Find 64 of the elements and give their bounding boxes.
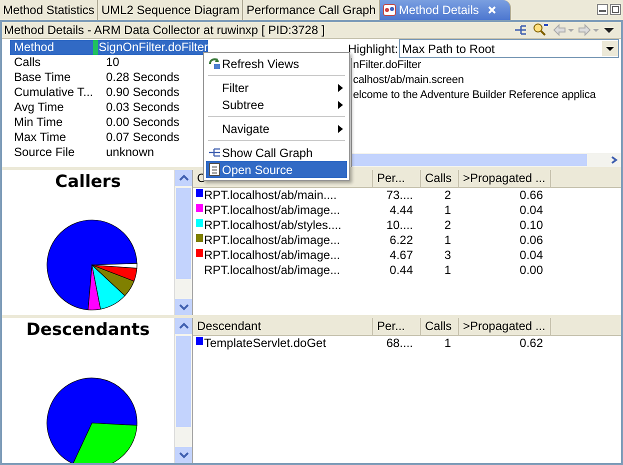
table-cell: 4.44 [390,203,413,217]
column-header[interactable]: Descendant [193,318,373,335]
highlight-label: Highlight: [348,42,398,56]
table-cell: 3 [444,248,451,262]
scroll-up-icon[interactable] [178,174,188,182]
source-line: nFilter.doFilter [353,58,422,73]
table-cell: 0.00 [520,263,543,277]
close-icon[interactable] [488,6,496,14]
horizontal-scrollbar[interactable] [352,153,621,167]
table-cell: 68.... [386,336,413,350]
table-cell: 0.04 [520,203,543,217]
menu-item[interactable]: Subtree [206,96,347,113]
highlight-dropdown[interactable]: Max Path to Root [399,39,619,58]
menu-item[interactable]: Filter [206,79,347,96]
table-cell: 6.22 [390,233,413,247]
column-header[interactable]: Calls [421,318,459,335]
table-cell: 1 [444,203,451,217]
document-icon [208,163,220,176]
table-cell: RPT.localhost/ab/image... [204,248,340,263]
menu-item[interactable]: Navigate [206,120,347,137]
source-line: elcome to the Adventure Builder Reference applica [353,88,597,103]
table-cell: 0.66 [520,188,543,202]
table-cell: 2 [444,188,451,202]
table-cell: 2 [444,218,451,232]
column-header[interactable]: >Propagated ... [459,318,551,335]
view-title: Method Details - ARM Data Collector at ruwinxp [ PID:3728 ] [4,23,325,37]
section-title: Descendants [25,320,151,340]
table-cell: 1 [444,233,451,247]
column-header[interactable]: Calls [421,170,459,187]
vertical-scrollbar[interactable] [175,170,193,315]
search-icon[interactable] [532,23,550,37]
scroll-down-icon[interactable] [178,303,188,311]
menu-item[interactable]: Refresh Views [206,55,347,72]
table-cell: 0.04 [520,248,543,262]
hierarchy-icon[interactable] [513,23,529,37]
refresh-icon [208,57,220,70]
column-header[interactable]: Per... [373,170,421,187]
maximize-icon[interactable] [610,4,621,15]
table-cell: 0.10 [520,218,543,232]
table-cell: RPT.localhost/ab/styles.... [204,218,342,233]
table-cell: RPT.localhost/ab/main.... [204,188,337,203]
menu-item[interactable]: Show Call Graph [206,144,347,161]
table-cell: RPT.localhost/ab/image... [204,233,340,248]
table-cell: 0.06 [520,233,543,247]
hierarchy-icon [208,147,220,158]
table-cell: 10.... [386,218,413,232]
table-cell: 1 [444,336,451,350]
table-cell: TemplateServlet.doGet [204,336,326,351]
minimize-icon[interactable] [597,4,608,15]
table-cell: 73.... [386,188,413,202]
table-cell: 1 [444,263,451,277]
table-cell: RPT.localhost/ab/image... [204,263,340,278]
table-cell: 4.67 [390,248,413,262]
table-cell: 0.44 [390,263,413,277]
column-header[interactable]: Per... [373,318,421,335]
section-title: Callers [54,172,122,192]
source-line: calhost/ab/main.screen [353,73,465,88]
menu-item[interactable]: Open Source [206,161,347,178]
scroll-down-icon[interactable] [178,451,188,459]
scroll-up-icon[interactable] [178,322,188,330]
table-cell: RPT.localhost/ab/image... [204,203,340,218]
table-cell: 0.62 [520,336,543,350]
vertical-scrollbar[interactable] [175,318,193,463]
column-header[interactable]: >Propagated ... [459,170,551,187]
